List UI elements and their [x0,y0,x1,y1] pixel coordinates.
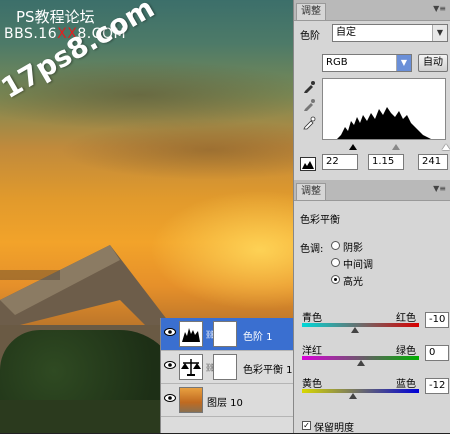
histogram-graph [323,107,431,139]
cyan-red-value[interactable]: -10 [425,312,449,328]
input-black-field[interactable]: 22 [322,154,358,170]
menu-icon[interactable]: ▼≡ [433,4,446,13]
slider-left-label: 青色 [302,313,322,324]
layer-image-thumbnail [179,387,203,413]
chevron-down-icon: ▼ [432,25,447,41]
cyan-red-slider-thumb[interactable] [350,327,359,333]
tone-option-label[interactable]: 高光 [343,273,363,288]
tone-label: 色调: [300,244,324,255]
preset-dropdown[interactable]: 自定 ▼ [332,24,448,42]
black-point-slider[interactable] [349,144,357,150]
preserve-luminosity-checkbox[interactable]: ✓ [302,421,311,430]
chevron-down-icon: ▼ [396,55,411,71]
tone-radio-shadows[interactable] [331,241,340,250]
color-balance-panel: 调整 ▼≡ 色彩平衡 色调: 阴影 中间调 高光 青色 红色 -10 洋红 绿色… [293,180,450,434]
slider-left-label: 洋红 [302,346,322,357]
layer-mask-thumbnail[interactable] [213,354,237,380]
tone-radio-midtones[interactable] [331,258,340,267]
layer-name[interactable]: 图层 10 [207,394,243,409]
watermark-title: PS教程论坛 [16,8,95,26]
eyedropper-icon[interactable] [302,80,316,94]
eyedropper-icon[interactable] [302,116,316,130]
panel-tab[interactable]: 调整 [296,183,326,200]
panel-title: 色彩平衡 [300,215,340,226]
slider-right-label: 蓝色 [396,379,416,390]
gamma-slider[interactable] [392,144,400,150]
white-point-slider[interactable] [442,144,450,150]
magenta-green-value[interactable]: 0 [425,345,449,361]
magenta-green-slider-thumb[interactable] [356,360,365,366]
layer-name[interactable]: 色彩平衡 1 [243,361,293,376]
slider-right-label: 绿色 [396,346,416,357]
layer-name[interactable]: 色阶 1 [243,328,273,343]
slider-right-label: 红色 [396,313,416,324]
eye-icon[interactable] [164,394,176,402]
levels-icon [300,157,316,171]
preserve-luminosity-label: 保留明度 [314,423,354,434]
preset-label: 色阶 [300,31,320,42]
layers-panel: ⛓ 色阶 1 ⛓ 色彩平衡 1 图层 10 [160,318,294,433]
layer-row[interactable]: ⛓ 色阶 1 [161,318,294,351]
panel-header: 调整 ▼≡ [294,0,450,21]
cyan-red-slider-track[interactable] [302,323,419,327]
color-balance-icon [179,354,203,380]
panel-header: 调整 ▼≡ [294,180,450,201]
eye-icon[interactable] [164,361,176,369]
channel-value: RGB [326,57,348,68]
levels-panel: 调整 ▼≡ 色阶 自定 ▼ RGB ▼ 自动 22 1.15 241 [293,0,450,180]
layer-row[interactable]: ⛓ 色彩平衡 1 [161,351,294,384]
menu-icon[interactable]: ▼≡ [433,184,446,193]
input-gamma-field[interactable]: 1.15 [368,154,404,170]
panel-tab[interactable]: 调整 [296,3,326,20]
tone-option-label[interactable]: 中间调 [343,256,373,271]
slider-left-label: 黄色 [302,379,322,390]
levels-icon [179,321,203,347]
histogram [322,78,446,140]
yellow-blue-slider-track[interactable] [302,389,419,393]
tone-option-label[interactable]: 阴影 [343,239,363,254]
watermark-bbs-prefix: BBS.16 [4,26,58,42]
input-white-field[interactable]: 241 [418,154,448,170]
auto-button[interactable]: 自动 [418,54,448,72]
yellow-blue-value[interactable]: -12 [425,378,449,394]
tone-radio-highlights[interactable] [331,275,340,284]
preset-value: 自定 [336,27,356,38]
layer-row[interactable]: 图层 10 [161,384,294,417]
eye-icon[interactable] [164,328,176,336]
channel-dropdown[interactable]: RGB ▼ [322,54,412,72]
yellow-blue-slider-thumb[interactable] [349,393,358,399]
layer-mask-thumbnail[interactable] [213,321,237,347]
eyedropper-icon[interactable] [302,98,316,112]
